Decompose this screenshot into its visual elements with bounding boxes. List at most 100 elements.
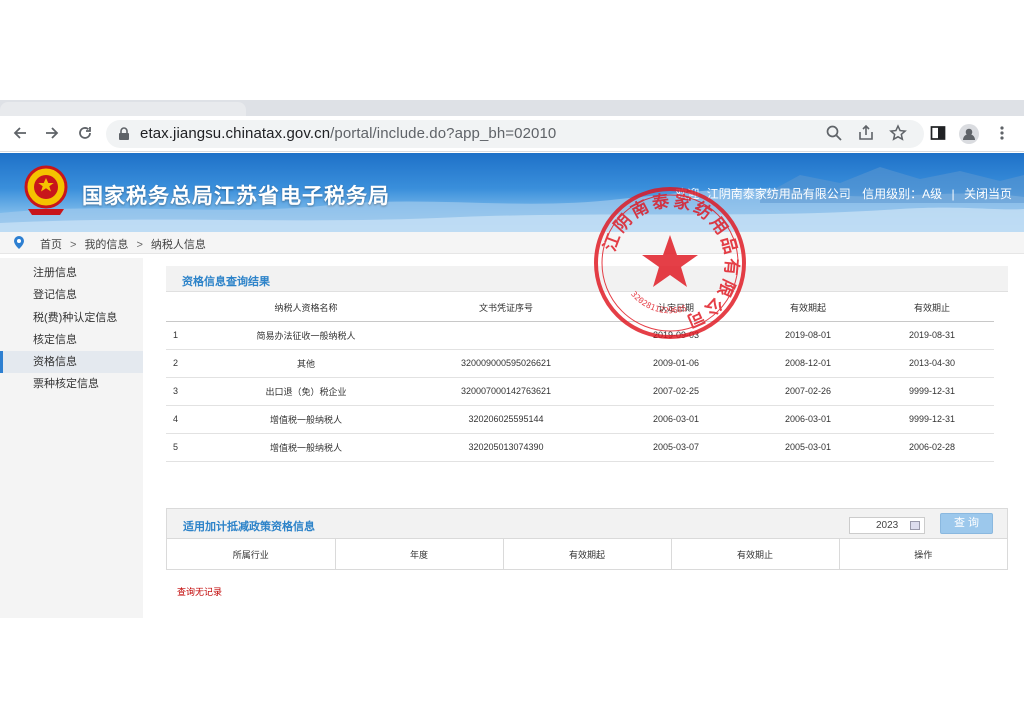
browser-toolbar: etax.jiangsu.chinatax.gov.cn/portal/incl…: [0, 116, 1024, 152]
calendar-icon[interactable]: [910, 521, 920, 530]
profile-avatar-icon[interactable]: [959, 124, 979, 144]
qualification-table: 纳税人资格名称 文书凭证序号 认定日期 有效期起 有效期止 1 简易办法征收一般…: [166, 295, 994, 462]
table-cell: 2013-04-30: [870, 349, 994, 378]
menu-kebab-icon[interactable]: [992, 124, 1012, 144]
table-cell: 9999-12-31: [870, 377, 994, 406]
table-cell: 出口退（免）税企业: [206, 377, 406, 406]
table-header-row: 纳税人资格名称 文书凭证序号 认定日期 有效期起 有效期止: [166, 295, 994, 322]
table-cell: 2006-02-28: [870, 433, 994, 462]
column-header: 有效期起: [503, 539, 672, 569]
table-cell: 3: [166, 377, 206, 406]
table-cell: 320205013074390: [406, 433, 606, 462]
sidebar: 注册信息 登记信息 税(费)种认定信息 核定信息 资格信息 票种核定信息: [0, 258, 143, 618]
table-cell: 2005-03-01: [746, 433, 870, 462]
table-row: 4 增值税一般纳税人 320206025595144 2006-03-01 20…: [166, 405, 994, 434]
table-cell: 4: [166, 405, 206, 434]
table-cell: 其他: [206, 349, 406, 378]
column-header: 操作: [914, 549, 933, 560]
back-arrow-icon[interactable]: [10, 124, 30, 144]
forward-arrow-icon[interactable]: [42, 124, 62, 144]
address-bar[interactable]: etax.jiangsu.chinatax.gov.cn/portal/incl…: [106, 120, 924, 148]
breadcrumb-separator: >: [70, 239, 77, 251]
table-cell: 320007000142763621: [406, 377, 606, 406]
zoom-icon[interactable]: [824, 124, 844, 144]
table-cell: 9999-12-31: [870, 405, 994, 434]
no-record-message: 查询无记录: [177, 587, 223, 597]
credit-label: 信用级别：: [862, 187, 923, 201]
column-header: 纳税人资格名称: [206, 295, 406, 322]
sidebar-item-verification[interactable]: 核定信息: [0, 329, 143, 351]
url-text: etax.jiangsu.chinatax.gov.cn/portal/incl…: [140, 125, 556, 142]
bookmark-star-icon[interactable]: [888, 124, 908, 144]
welcome-text: 欢迎: [675, 187, 700, 201]
table-row: 1 简易办法征收一般纳税人 2019-09-03 2019-08-01 2019…: [166, 321, 994, 350]
sidebar-item-invoice-type[interactable]: 票种核定信息: [0, 373, 143, 395]
table-row: 2 其他 320009000595026621 2009-01-06 2008-…: [166, 349, 994, 378]
table-row: 5 增值税一般纳税人 320205013074390 2005-03-07 20…: [166, 433, 994, 462]
table-cell: 2006-03-01: [746, 405, 870, 434]
table-cell: 320206025595144: [406, 405, 606, 434]
column-header: 认定日期: [606, 295, 746, 322]
breadcrumb-taxpayer-info[interactable]: 纳税人信息: [151, 239, 206, 251]
column-header: 年度: [335, 539, 504, 569]
site-header: 国家税务总局江苏省电子税务局 欢迎 江阴南泰家纺用品有限公司 信用级别：A级 |…: [0, 153, 1024, 232]
sidebar-item-tax-type[interactable]: 税(费)种认定信息: [0, 307, 143, 329]
table-cell: 简易办法征收一般纳税人: [206, 321, 406, 350]
url-host: etax.jiangsu.chinatax.gov.cn: [140, 125, 331, 142]
year-input[interactable]: 2023: [849, 517, 925, 534]
breadcrumb: 首页 > 我的信息 > 纳税人信息: [0, 232, 1024, 254]
sidebar-item-qualification[interactable]: 资格信息: [0, 351, 143, 373]
table-cell: 2009-01-06: [606, 349, 746, 378]
share-icon[interactable]: [856, 124, 876, 144]
table-cell: 增值税一般纳税人: [206, 405, 406, 434]
reload-icon[interactable]: [75, 124, 95, 144]
location-pin-icon: [14, 236, 24, 249]
divider: |: [951, 187, 955, 201]
sidebar-item-registration[interactable]: 注册信息: [0, 262, 143, 284]
sidebar-item-enrollment[interactable]: 登记信息: [0, 284, 143, 306]
site-title: 国家税务总局江苏省电子税务局: [82, 185, 390, 208]
table-cell: 2006-03-01: [606, 405, 746, 434]
side-panel-icon[interactable]: [928, 124, 948, 144]
table-cell: 2005-03-07: [606, 433, 746, 462]
panel-title: 资格信息查询结果: [182, 276, 270, 288]
user-bar: 欢迎 江阴南泰家纺用品有限公司 信用级别：A级 | 关闭当页: [671, 185, 1012, 202]
table-cell: 增值税一般纳税人: [206, 433, 406, 462]
column-header: 有效期起: [746, 295, 870, 322]
table-cell: 2007-02-26: [746, 377, 870, 406]
tax-emblem-logo: [20, 163, 72, 221]
url-path: /portal/include.do?app_bh=02010: [330, 125, 557, 142]
breadcrumb-my-info[interactable]: 我的信息: [84, 239, 128, 251]
panel-header: 资格信息查询结果: [166, 266, 1008, 292]
qualification-panel: 资格信息查询结果 纳税人资格名称 文书凭证序号 认定日期 有效期起 有效期止 1…: [166, 266, 1008, 462]
credit-value: A级: [922, 187, 943, 201]
table-row: 3 出口退（免）税企业 320007000142763621 2007-02-2…: [166, 377, 994, 406]
year-value: 2023: [876, 520, 899, 531]
column-header: 所属行业: [167, 539, 336, 569]
query-button[interactable]: 查 询: [940, 513, 993, 534]
table-cell: 2019-08-01: [746, 321, 870, 350]
table-cell: 2019-09-03: [606, 321, 746, 350]
panel-title: 适用加计抵减政策资格信息: [183, 521, 315, 533]
column-header: 有效期止: [870, 295, 994, 322]
browser-tab[interactable]: [0, 102, 246, 116]
lock-icon[interactable]: [116, 126, 132, 142]
table-cell: 1: [166, 321, 206, 350]
column-header: 文书凭证序号: [406, 295, 606, 322]
table-header-row: 所属行业 年度 有效期起 有效期止 操作: [167, 539, 1007, 569]
panel-header: 适用加计抵减政策资格信息 2023 查 询: [167, 509, 1007, 539]
column-header: 有效期止: [671, 539, 840, 569]
table-cell: 2008-12-01: [746, 349, 870, 378]
close-page-link[interactable]: 关闭当页: [964, 187, 1012, 201]
table-cell: 2019-08-31: [870, 321, 994, 350]
table-cell: 2007-02-25: [606, 377, 746, 406]
breadcrumb-separator: >: [136, 239, 143, 251]
table-cell: [406, 321, 606, 350]
policy-panel: 适用加计抵减政策资格信息 2023 查 询 所属行业 年度 有效期起 有效期止 …: [166, 508, 1008, 570]
breadcrumb-home[interactable]: 首页: [40, 239, 62, 251]
column-header: [166, 295, 206, 322]
company-name: 江阴南泰家纺用品有限公司: [706, 187, 851, 201]
table-cell: 2: [166, 349, 206, 378]
browser-window: etax.jiangsu.chinatax.gov.cn/portal/incl…: [0, 0, 1024, 723]
table-cell: 320009000595026621: [406, 349, 606, 378]
